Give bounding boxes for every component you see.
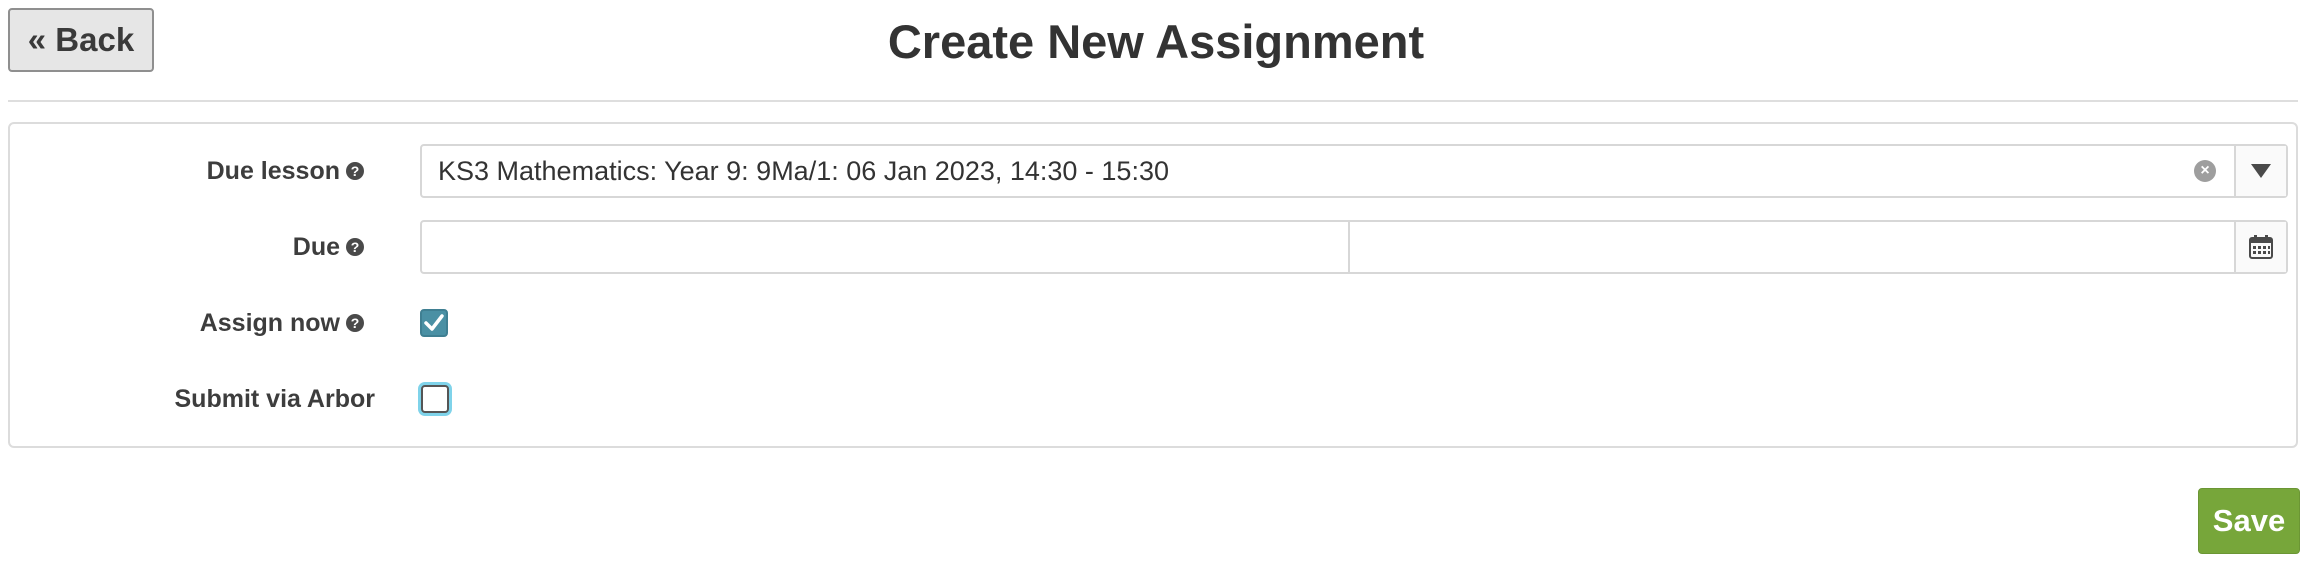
help-icon[interactable]: ? bbox=[346, 238, 364, 256]
assign-now-label-text: Assign now bbox=[199, 308, 340, 337]
page-title: Create New Assignment bbox=[887, 15, 1425, 68]
submit-via-arbor-checkbox[interactable] bbox=[421, 385, 449, 413]
submit-via-arbor-label: Submit via Arbor bbox=[175, 382, 376, 416]
assign-now-label: Assign now ? bbox=[200, 306, 364, 340]
title-divider bbox=[8, 100, 2298, 102]
help-icon[interactable]: ? bbox=[346, 162, 364, 180]
checkmark-icon bbox=[424, 314, 444, 331]
due-lesson-label-text: Due lesson bbox=[206, 156, 340, 185]
due-time-input[interactable] bbox=[1350, 222, 2228, 272]
clear-icon[interactable]: × bbox=[2194, 160, 2216, 182]
assign-now-checkbox[interactable] bbox=[420, 309, 448, 337]
due-lesson-select[interactable]: KS3 Mathematics: Year 9: 9Ma/1: 06 Jan 2… bbox=[420, 144, 2288, 198]
due-datetime-group bbox=[420, 220, 2288, 274]
dropdown-toggle-button[interactable] bbox=[2234, 146, 2286, 196]
due-label: Due ? bbox=[293, 230, 364, 264]
due-lesson-label: Due lesson ? bbox=[207, 154, 364, 188]
calendar-icon bbox=[2249, 235, 2273, 259]
triangle-down-icon bbox=[2251, 164, 2271, 178]
save-button[interactable]: Save bbox=[2198, 488, 2300, 554]
due-date-input[interactable] bbox=[422, 222, 1350, 272]
help-icon[interactable]: ? bbox=[346, 314, 364, 332]
create-assignment-page: « Back Create New Assignment Due lesson … bbox=[0, 0, 2312, 572]
due-label-text: Due bbox=[292, 232, 340, 261]
submit-via-arbor-label-text: Submit via Arbor bbox=[174, 384, 376, 413]
due-lesson-value: KS3 Mathematics: Year 9: 9Ma/1: 06 Jan 2… bbox=[438, 156, 1169, 186]
calendar-button[interactable] bbox=[2234, 222, 2286, 272]
assignment-form: Due lesson ? KS3 Mathematics: Year 9: 9M… bbox=[8, 122, 2298, 448]
